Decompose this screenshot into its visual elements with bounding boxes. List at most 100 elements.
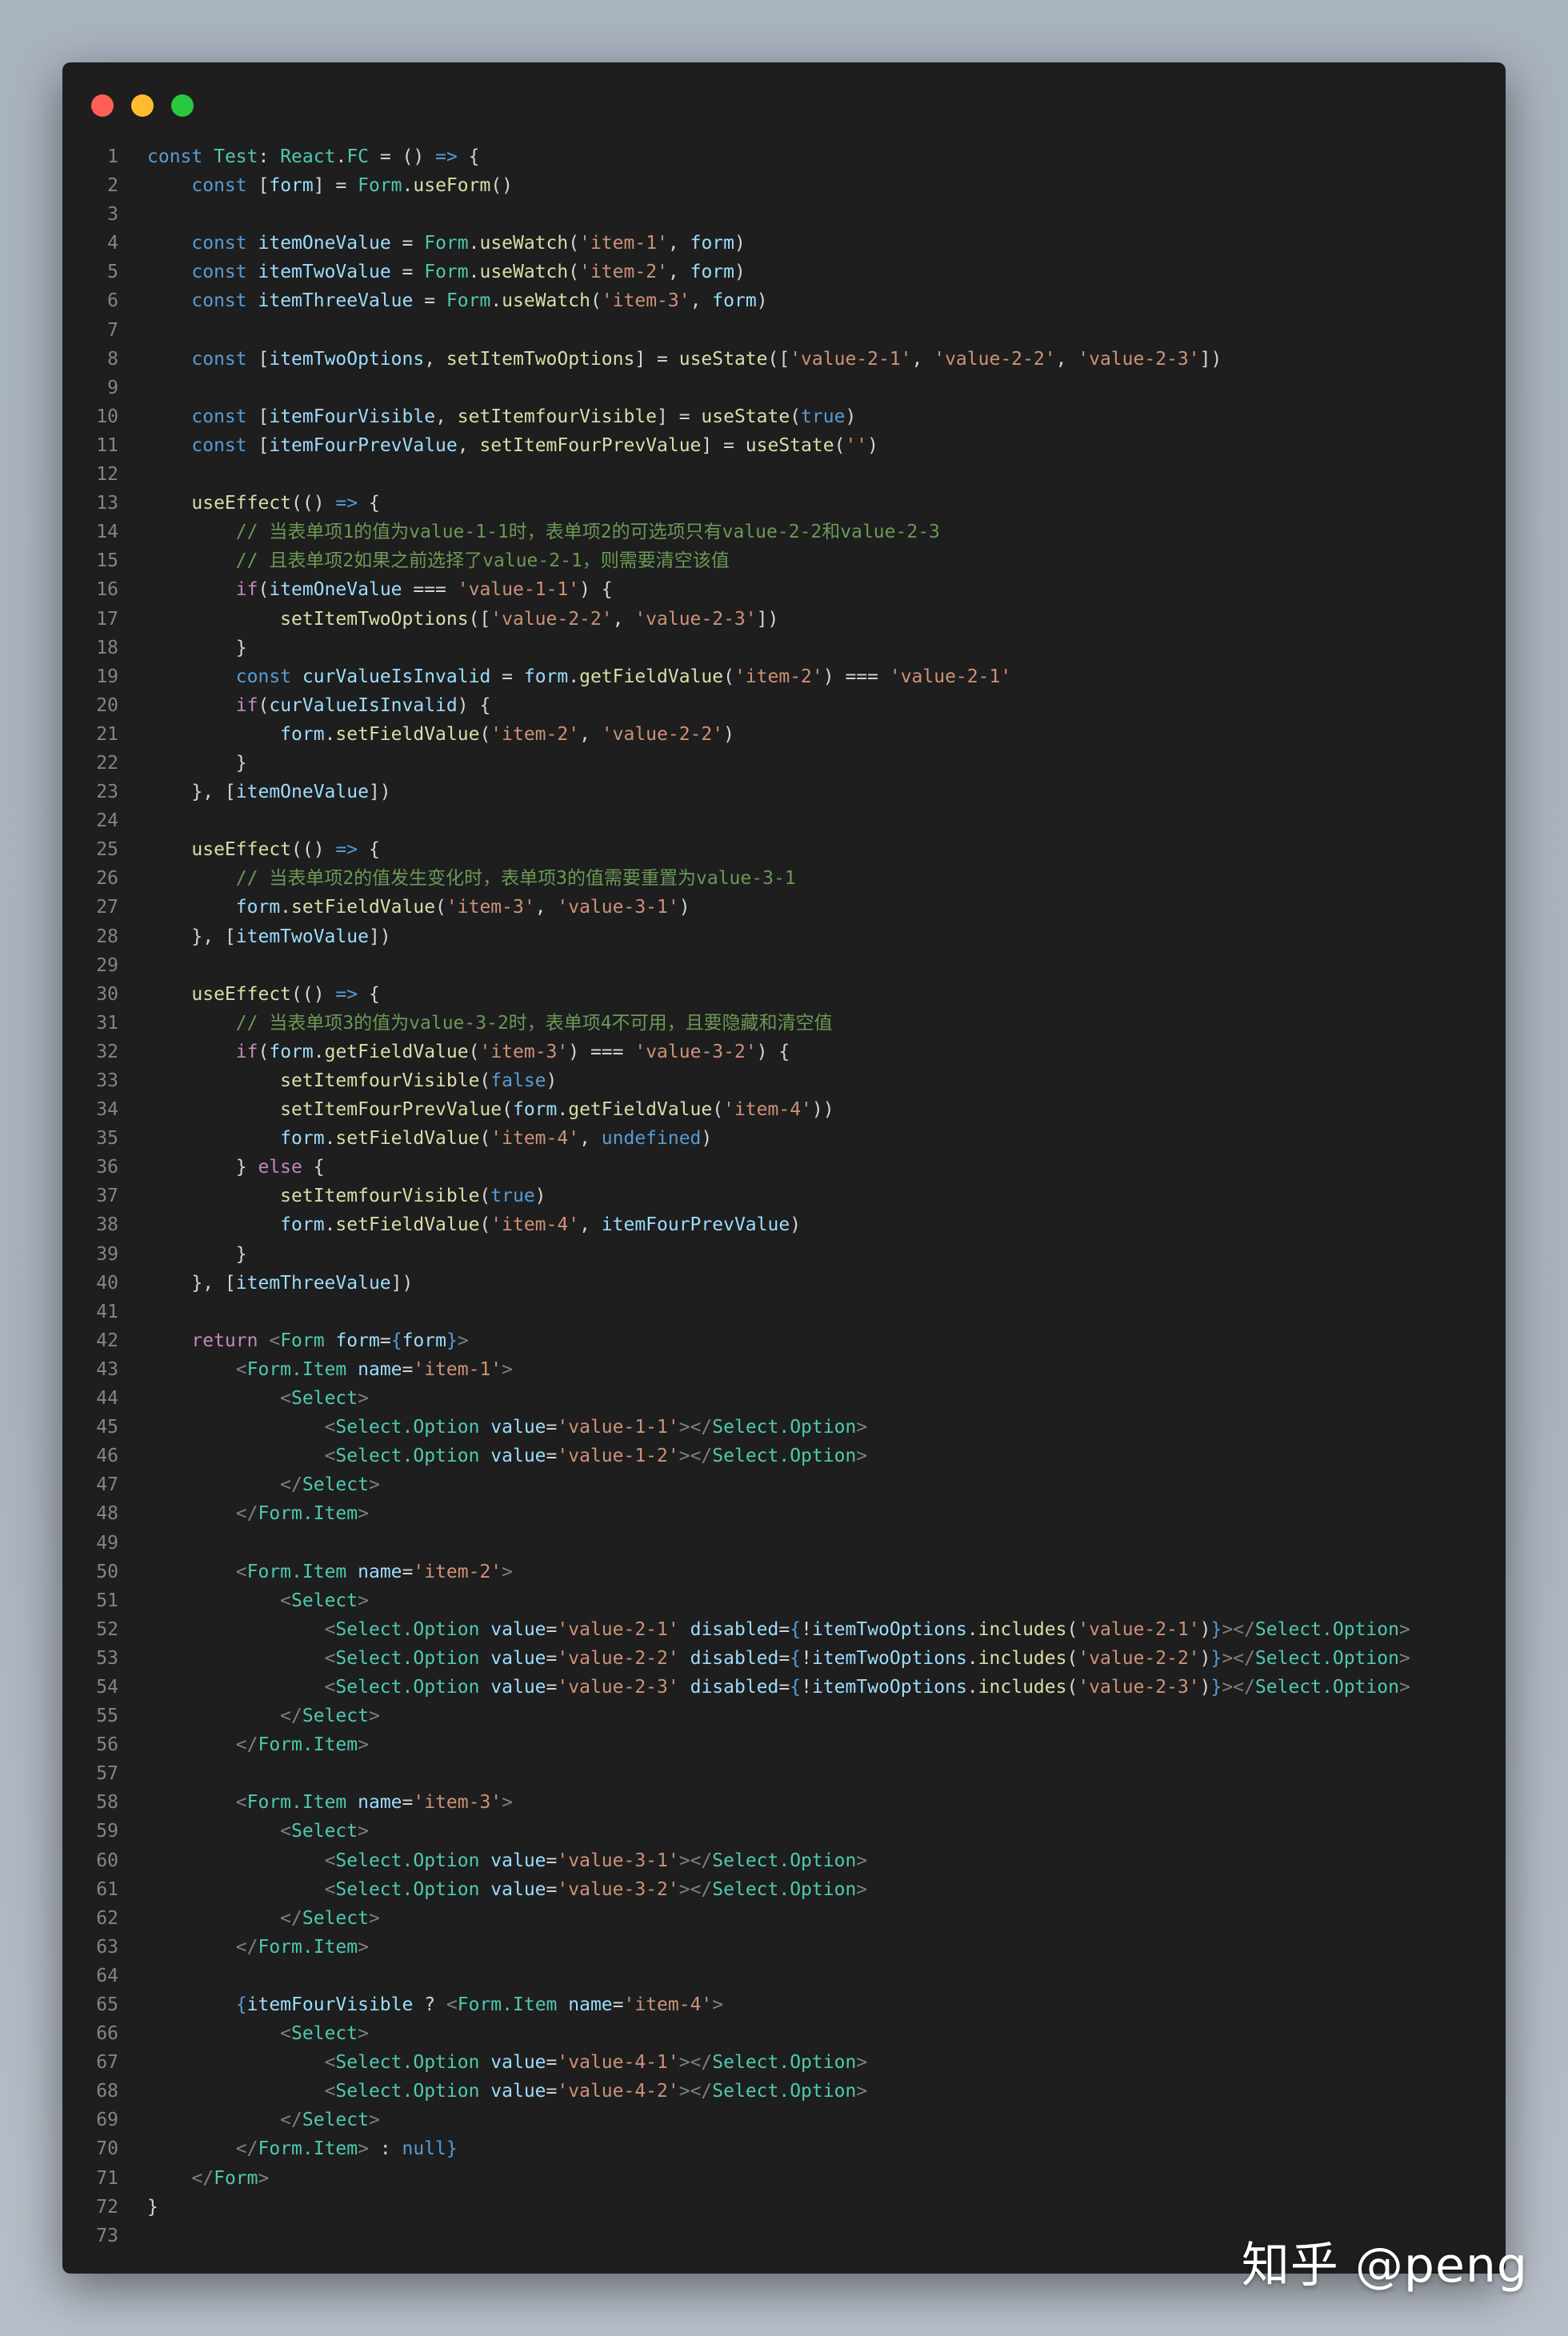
- line-code: if(curValueIsInvalid) {: [235, 694, 491, 716]
- watermark: 知乎 @peng: [1241, 2238, 1528, 2294]
- minimize-button[interactable]: [131, 94, 154, 117]
- code-line: 4 const itemOneValue = Form.useWatch('it…: [62, 229, 1506, 258]
- code-line: 55 </Select>: [62, 1702, 1506, 1730]
- code-line: 28 }, [itemTwoValue]): [62, 922, 1506, 951]
- line-code: if(itemOneValue === 'value-1-1') {: [235, 579, 613, 601]
- code-line: 8 const [itemTwoOptions, setItemTwoOptio…: [62, 345, 1506, 374]
- line-code: const [itemTwoOptions, setItemTwoOptions…: [191, 348, 1222, 370]
- code-editor: 1 const Test: React.FC = () => {2 const […: [62, 142, 1506, 2250]
- code-line: 61 <Select.Option value='value-3-2'></Se…: [62, 1875, 1506, 1904]
- line-number: 69: [96, 2110, 118, 2131]
- line-number: 44: [96, 1388, 118, 1410]
- code-line: 27 form.setFieldValue('item-3', 'value-3…: [62, 893, 1506, 922]
- line-code: </Select>: [280, 1474, 380, 1496]
- line-code: <Select.Option value='value-3-1'></Selec…: [324, 1850, 868, 1871]
- line-number: 27: [96, 897, 118, 918]
- code-line: 31 // 当表单项3的值为value-3-2时，表单项4不可用，且要隐藏和清空…: [62, 1009, 1506, 1038]
- line-number: 8: [107, 348, 118, 370]
- code-line: 11 const [itemFourPrevValue, setItemFour…: [62, 431, 1506, 460]
- line-code: useEffect(() => {: [191, 493, 380, 514]
- line-number: 70: [96, 2138, 118, 2160]
- line-number: 34: [96, 1099, 118, 1121]
- code-line: 35 form.setFieldValue('item-4', undefine…: [62, 1124, 1506, 1153]
- line-number: 4: [107, 233, 118, 254]
- zoom-button[interactable]: [171, 94, 194, 117]
- line-code: <Form.Item name='item-3'>: [235, 1792, 514, 1814]
- code-line: 17 setItemTwoOptions(['value-2-2', 'valu…: [62, 605, 1506, 634]
- line-number: 58: [96, 1792, 118, 1814]
- line-code: form.setFieldValue('item-3', 'value-3-1'…: [235, 897, 690, 918]
- code-line: 58 <Form.Item name='item-3'>: [62, 1788, 1506, 1817]
- code-line: 10 const [itemFourVisible, setItemfourVi…: [62, 402, 1506, 431]
- line-code: <Select>: [280, 1821, 369, 1842]
- code-line: 2 const [form] = Form.useForm(): [62, 171, 1506, 200]
- line-code: <Form.Item name='item-2'>: [235, 1561, 514, 1582]
- line-code: }: [147, 752, 247, 774]
- code-line: 18 }: [62, 634, 1506, 662]
- line-number: 17: [96, 608, 118, 630]
- code-line: 44 <Select>: [62, 1384, 1506, 1413]
- line-code: </Select>: [280, 2110, 380, 2131]
- code-line: 21 form.setFieldValue('item-2', 'value-2…: [62, 720, 1506, 749]
- code-line: 30 useEffect(() => {: [62, 980, 1506, 1009]
- code-line: 70 </Form.Item> : null}: [62, 2134, 1506, 2163]
- code-line: 42 return <Form form={form}>: [62, 1326, 1506, 1355]
- code-line: 51 <Select>: [62, 1586, 1506, 1615]
- window-titlebar: [62, 62, 1506, 142]
- code-line: 14 // 当表单项1的值为value-1-1时，表单项2的可选项只有value…: [62, 518, 1506, 546]
- code-line: 50 <Form.Item name='item-2'>: [62, 1558, 1506, 1586]
- line-code: form.setFieldValue('item-4', itemFourPre…: [280, 1214, 802, 1236]
- code-line: 56 </Form.Item>: [62, 1730, 1506, 1759]
- line-code: }: [147, 2196, 158, 2218]
- code-line: 68 <Select.Option value='value-4-2'></Se…: [62, 2077, 1506, 2106]
- line-number: 21: [96, 723, 118, 745]
- close-button[interactable]: [91, 94, 114, 117]
- line-number: 65: [96, 1994, 118, 2015]
- line-code: // 当表单项2的值发生变化时，表单项3的值需要重置为value-3-1: [235, 868, 796, 890]
- code-line: 45 <Select.Option value='value-1-1'></Se…: [62, 1413, 1506, 1442]
- line-code: <Select>: [280, 1388, 369, 1410]
- code-line: 71 </Form>: [62, 2164, 1506, 2193]
- code-line: 9: [62, 374, 1506, 402]
- code-line: 48 </Form.Item>: [62, 1499, 1506, 1528]
- line-number: 42: [96, 1330, 118, 1351]
- line-code: </Form.Item>: [235, 1734, 369, 1756]
- code-line: 12: [62, 460, 1506, 489]
- line-number: 36: [96, 1157, 118, 1178]
- line-number: 24: [96, 810, 118, 832]
- line-number: 43: [96, 1358, 118, 1380]
- code-line: 65 {itemFourVisible ? <Form.Item name='i…: [62, 1990, 1506, 2019]
- code-line: 49: [62, 1529, 1506, 1558]
- line-code: }, [itemThreeValue]): [147, 1272, 414, 1294]
- code-line: 59 <Select>: [62, 1817, 1506, 1846]
- line-number: 45: [96, 1417, 118, 1438]
- line-number: 1: [107, 146, 118, 167]
- code-line: 36 } else {: [62, 1153, 1506, 1182]
- line-number: 9: [107, 377, 118, 398]
- line-number: 48: [96, 1503, 118, 1525]
- line-code: setItemFourPrevValue(form.getFieldValue(…: [280, 1099, 834, 1121]
- line-code: </Select>: [280, 1706, 380, 1727]
- line-number: 18: [96, 637, 118, 658]
- line-number: 15: [96, 550, 118, 572]
- code-line: 15 // 且表单项2如果之前选择了value-2-1，则需要清空该值: [62, 546, 1506, 575]
- line-number: 52: [96, 1618, 118, 1640]
- line-code: useEffect(() => {: [191, 839, 380, 861]
- code-line: 52 <Select.Option value='value-2-1' disa…: [62, 1615, 1506, 1644]
- line-number: 64: [96, 1965, 118, 1986]
- line-number: 47: [96, 1474, 118, 1496]
- line-code: const [itemFourPrevValue, setItemFourPre…: [191, 434, 878, 456]
- code-line: 41: [62, 1298, 1506, 1326]
- line-code: </Form.Item>: [235, 1503, 369, 1525]
- line-number: 22: [96, 752, 118, 774]
- code-line: 53 <Select.Option value='value-2-2' disa…: [62, 1644, 1506, 1673]
- line-number: 62: [96, 1907, 118, 1929]
- code-line: 13 useEffect(() => {: [62, 489, 1506, 518]
- line-number: 55: [96, 1706, 118, 1727]
- line-number: 68: [96, 2081, 118, 2102]
